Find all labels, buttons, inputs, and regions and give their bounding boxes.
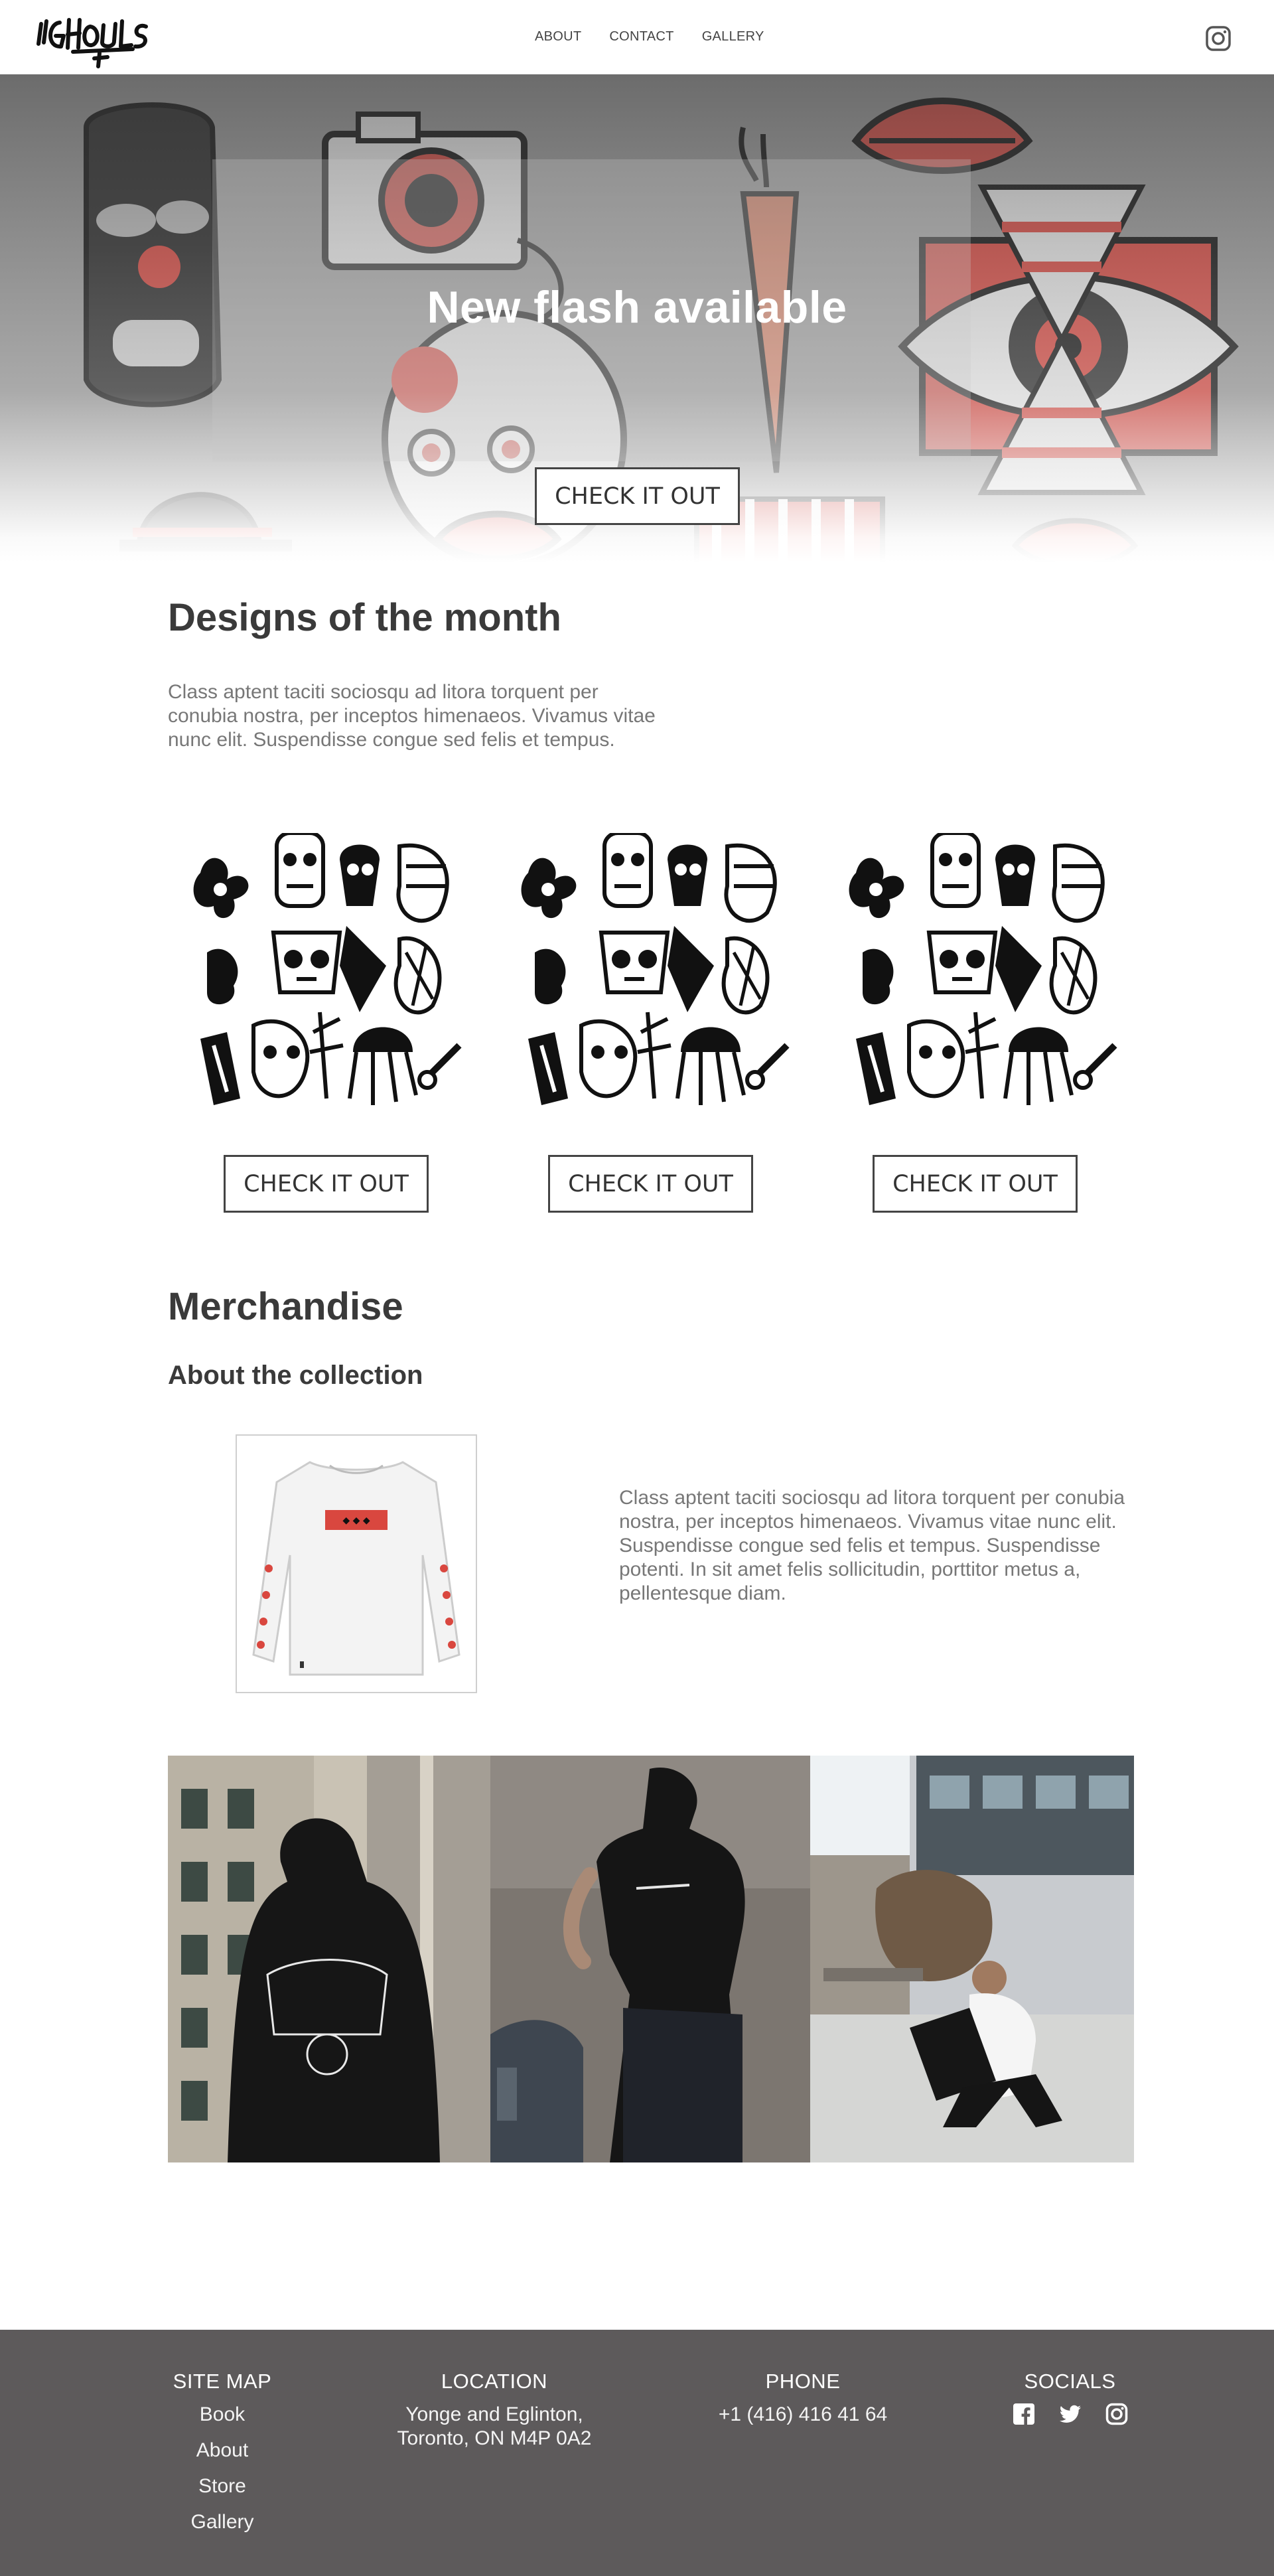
footer-socials: SOCIALS	[989, 2370, 1151, 2425]
photo-black-tee[interactable]	[490, 1756, 810, 2162]
nav-link-about[interactable]: ABOUT	[535, 29, 581, 44]
main-nav: ABOUT CONTACT GALLERY	[535, 29, 764, 44]
designs-description: Class aptent taciti sociosqu ad litora t…	[168, 681, 656, 751]
footer-link-gallery[interactable]: Gallery	[156, 2510, 289, 2534]
designs-section-title: Designs of the month	[168, 596, 561, 639]
instagram-icon[interactable]	[1205, 25, 1232, 52]
top-nav: ABOUT CONTACT GALLERY	[0, 0, 1274, 74]
hero-title: New flash available	[427, 282, 847, 333]
merch-description: Class aptent taciti sociosqu ad litora t…	[619, 1487, 1125, 1604]
nav-link-gallery[interactable]: GALLERY	[702, 29, 764, 44]
instagram-icon[interactable]	[1105, 2403, 1128, 2425]
design-2-check-it-out-button[interactable]: CHECK IT OUT	[548, 1155, 753, 1213]
merch-subtitle: About the collection	[168, 1361, 423, 1390]
photo-hoodie-back[interactable]	[168, 1756, 490, 2162]
merch-photo-strip	[168, 1756, 1134, 2162]
footer-address-line-1: Yonge and Eglinton,	[405, 2403, 583, 2425]
design-card-2[interactable]	[515, 833, 794, 1112]
design-card-1[interactable]	[187, 833, 466, 1112]
hero-banner: New flash available CHECK IT OUT	[0, 74, 1274, 562]
brand-logo[interactable]	[33, 9, 153, 70]
hero-check-it-out-button[interactable]: CHECK IT OUT	[535, 467, 740, 525]
twitter-icon[interactable]	[1059, 2403, 1082, 2425]
svg-text:◆ ◆ ◆: ◆ ◆ ◆	[342, 1515, 370, 1526]
footer-phone-number[interactable]: +1 (416) 416 41 64	[697, 2403, 909, 2427]
footer-socials-heading: SOCIALS	[1024, 2370, 1116, 2393]
design-card-3[interactable]	[843, 833, 1121, 1112]
footer-phone: PHONE +1 (416) 416 41 64	[697, 2370, 909, 2427]
site-footer: SITE MAP Book About Store Gallery LOCATI…	[0, 2330, 1274, 2576]
footer-link-store[interactable]: Store	[156, 2474, 289, 2498]
merch-section-title: Merchandise	[168, 1285, 403, 1328]
nav-link-contact[interactable]: CONTACT	[609, 29, 673, 44]
footer-link-book[interactable]: Book	[156, 2403, 289, 2427]
footer-sitemap-heading: SITE MAP	[173, 2370, 272, 2393]
footer-location: LOCATION Yonge and Eglinton, Toronto, ON…	[382, 2370, 607, 2451]
footer-sitemap: SITE MAP Book About Store Gallery	[156, 2370, 289, 2546]
facebook-icon[interactable]	[1013, 2403, 1035, 2425]
footer-address-line-2: Toronto, ON M4P 0A2	[397, 2427, 592, 2449]
photo-tote-bag[interactable]	[810, 1756, 1134, 2162]
design-1-check-it-out-button[interactable]: CHECK IT OUT	[224, 1155, 429, 1213]
footer-link-about[interactable]: About	[156, 2439, 289, 2462]
footer-location-heading: LOCATION	[441, 2370, 548, 2393]
shirt-product-image[interactable]: ◆ ◆ ◆	[236, 1434, 477, 1693]
design-3-check-it-out-button[interactable]: CHECK IT OUT	[873, 1155, 1078, 1213]
footer-phone-heading: PHONE	[765, 2370, 841, 2393]
